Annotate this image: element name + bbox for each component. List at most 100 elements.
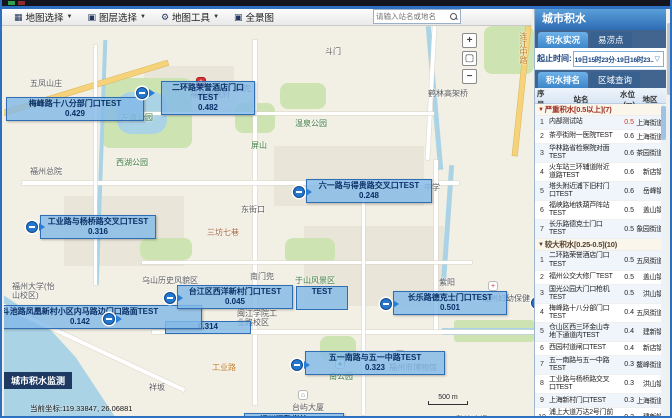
search-icon[interactable] xyxy=(449,12,458,21)
pin-tail xyxy=(149,89,155,97)
table-row[interactable]: 7五一南路与五一中路TEST0.3鳌峰街道 xyxy=(535,356,666,375)
table-row[interactable]: 2茶亭街附一医院TEST0.6上海街道 xyxy=(535,130,666,144)
col-header-district: 地区 xyxy=(635,94,665,105)
table-row[interactable]: 5仓山区西三环金山寺地下通道内TEST0.4建新镇 xyxy=(535,323,666,342)
map-select-label: 地图选择 xyxy=(26,10,64,24)
tab-flood-points[interactable]: 易涝点 xyxy=(590,32,632,48)
cell-level: 0.6 xyxy=(613,133,635,140)
group-title: 严重积水[0.5以上](7) xyxy=(545,104,612,115)
map-poi-label: 台屿大厦 xyxy=(292,402,324,413)
station-marker-name: 六一路与得贵路交叉口TEST xyxy=(309,181,429,191)
cell-no: 7 xyxy=(535,361,549,368)
app-window: ▦ 地图选择 ▼ ▣ 图层选择 ▼ ⚙ 地图工具 ▼ ▣ 全景图 xyxy=(0,0,672,418)
zoom-out-button[interactable]: − xyxy=(462,69,477,84)
collapse-arrow-icon: ▼ xyxy=(538,107,544,113)
station-marker-label[interactable]: 台江区西洋新村门口TEST0.045 xyxy=(177,285,293,309)
table-row[interactable]: 2福州公交大修厂TEST0.5盖山镇 xyxy=(535,271,666,285)
station-pin-icon[interactable] xyxy=(293,186,305,198)
map-canvas[interactable]: 五凤山庄树兜斗门鹤林高架桥连江中路左海公园西湖公园温泉公园屏山★福建省政府福州总… xyxy=(4,26,534,416)
group-header[interactable]: ▼严重积水[0.5以上](7) xyxy=(535,104,666,116)
station-marker-label[interactable]: 五一南路与五一中路TEST0.323 xyxy=(305,351,445,375)
station-marker-label[interactable]: 福州闽警学校TEST0.235 xyxy=(244,413,344,416)
map-poi-label: 于山风景区 xyxy=(295,275,335,286)
table-row[interactable]: 4火车站三环辅道附近道路TEST0.6新店镇 xyxy=(535,163,666,182)
station-pin-icon[interactable] xyxy=(136,87,148,99)
cell-station: 福州公交大修厂TEST xyxy=(549,272,613,282)
tab-water-live[interactable]: 积水实况 xyxy=(538,32,588,48)
station-pin-icon[interactable] xyxy=(380,298,392,310)
road xyxy=(142,261,472,264)
map-scale-label: 500 m xyxy=(428,394,468,401)
cell-level: 0.6 xyxy=(613,169,635,176)
pin-tail xyxy=(177,294,183,302)
waterlog-table-body: ▼严重积水[0.5以上](7)1内部测试站0.5上海街道2茶亭街附一医院TEST… xyxy=(535,104,666,416)
station-marker-name: 二环路荣誉酒店门口TEST xyxy=(164,83,252,103)
table-row[interactable]: 3华林路省检察院对面TEST0.6茶园街道 xyxy=(535,144,666,163)
table-row[interactable]: 1内部测试站0.5上海街道 xyxy=(535,116,666,130)
cell-level: 0.3 xyxy=(613,414,635,416)
cell-level: 0.5 xyxy=(613,119,635,126)
station-pin-icon[interactable] xyxy=(103,313,115,325)
chevron-down-icon: ▼ xyxy=(140,14,146,20)
station-marker-label[interactable]: 工业路与杨桥路交叉口TEST0.316 xyxy=(40,215,156,239)
map-select-button[interactable]: ▦ 地图选择 ▼ xyxy=(11,9,75,25)
table-row[interactable]: 1二环路荣誉酒店门口TEST0.5五凤街道 xyxy=(535,251,666,270)
cell-no: 4 xyxy=(535,309,549,316)
group-header[interactable]: ▼较大积水[0.25-0.5](10) xyxy=(535,239,666,251)
window-scrollbar-thumb[interactable] xyxy=(667,23,672,95)
fullscreen-button[interactable]: ▢ xyxy=(462,51,477,66)
cell-station: 上海新村门口TEST xyxy=(549,396,613,406)
table-row[interactable]: 9上海新村门口TEST0.3上海街道 xyxy=(535,394,666,408)
panel-title: 城市积水 xyxy=(535,9,666,30)
map-poi-label: 温泉公园 xyxy=(295,118,327,129)
search-input[interactable] xyxy=(374,12,449,21)
map-poi-label: 工业路 xyxy=(212,362,236,373)
tab-water-ranking[interactable]: 积水排名 xyxy=(538,72,588,88)
time-range-select[interactable]: 19日15时23分-19日16时23.. ▽ xyxy=(573,51,664,67)
station-pin-icon[interactable] xyxy=(291,359,303,371)
station-marker-label[interactable]: 二环路荣誉酒店门口TEST0.482 xyxy=(161,81,255,115)
panorama-label: 全景图 xyxy=(246,10,275,24)
table-row[interactable]: 4梅峰路十八分部门口TEST0.4五凤街道 xyxy=(535,304,666,323)
panorama-icon: ▣ xyxy=(234,12,243,23)
layer-select-icon: ▣ xyxy=(87,12,96,23)
station-marker-label[interactable]: 六一路与得贵路交叉口TEST0.248 xyxy=(306,179,432,203)
road xyxy=(362,180,365,415)
cell-level: 0.6 xyxy=(613,188,635,195)
cell-no: 8 xyxy=(535,380,549,387)
map-tools-icon: ⚙ xyxy=(161,12,169,23)
panel-tabs-bottom: 积水排名 区域查询 xyxy=(535,70,666,88)
pin-tail xyxy=(39,223,45,231)
layer-select-button[interactable]: ▣ 图层选择 ▼ xyxy=(84,9,148,25)
panorama-button[interactable]: ▣ 全景图 xyxy=(231,9,277,25)
station-marker-value: 0.045 xyxy=(180,297,290,307)
table-row[interactable]: 6福峡路地铁葫芦阵站TEST0.5盖山镇 xyxy=(535,201,666,220)
cross-icon: + xyxy=(488,281,498,291)
panel-scrollbar-thumb[interactable] xyxy=(661,106,666,140)
cell-station: 浦上大道万达2号门前TEST xyxy=(549,408,613,416)
table-row[interactable]: 6西园村道闸口TEST0.4新店镇 xyxy=(535,342,666,356)
station-marker-label[interactable]: 梅峰路十八分部门口TEST0.429 xyxy=(6,97,144,121)
tab-region-query[interactable]: 区域查询 xyxy=(590,72,640,88)
cell-no: 9 xyxy=(535,397,549,404)
window-scrollbar[interactable] xyxy=(667,9,672,416)
map-tools-button[interactable]: ⚙ 地图工具 ▼ xyxy=(158,9,222,25)
marker-label-fragment[interactable]: TEST xyxy=(296,286,348,310)
col-header-station: 站名 xyxy=(549,94,613,105)
table-row[interactable]: 5塔头附近浦下旧村门口TEST0.6岳峰镇 xyxy=(535,182,666,201)
station-pin-icon[interactable] xyxy=(164,292,176,304)
cell-station: 华林路省检察院对面TEST xyxy=(549,144,613,162)
table-row[interactable]: 7长乐路德克士门口TEST0.5象园街道 xyxy=(535,220,666,239)
cell-level: 0.4 xyxy=(613,309,635,316)
station-pin-icon[interactable] xyxy=(26,221,38,233)
station-marker-label[interactable]: 长乐路德克士门口TEST0.501 xyxy=(393,291,507,315)
search-box[interactable] xyxy=(373,9,461,24)
cell-level: 0.3 xyxy=(613,397,635,404)
zoom-in-button[interactable]: + xyxy=(462,33,477,48)
panel-scrollbar[interactable] xyxy=(661,104,666,416)
table-row[interactable]: 10浦上大道万达2号门前TEST0.3建新镇 xyxy=(535,408,666,416)
chevron-down-icon: ▼ xyxy=(67,14,73,20)
station-marker-value: 0.316 xyxy=(43,227,153,237)
table-row[interactable]: 8工业路与杨桥路交叉口TEST0.3洪山镇 xyxy=(535,375,666,394)
table-row[interactable]: 3国光公园大门口枪机TEST0.5洪山镇 xyxy=(535,285,666,304)
